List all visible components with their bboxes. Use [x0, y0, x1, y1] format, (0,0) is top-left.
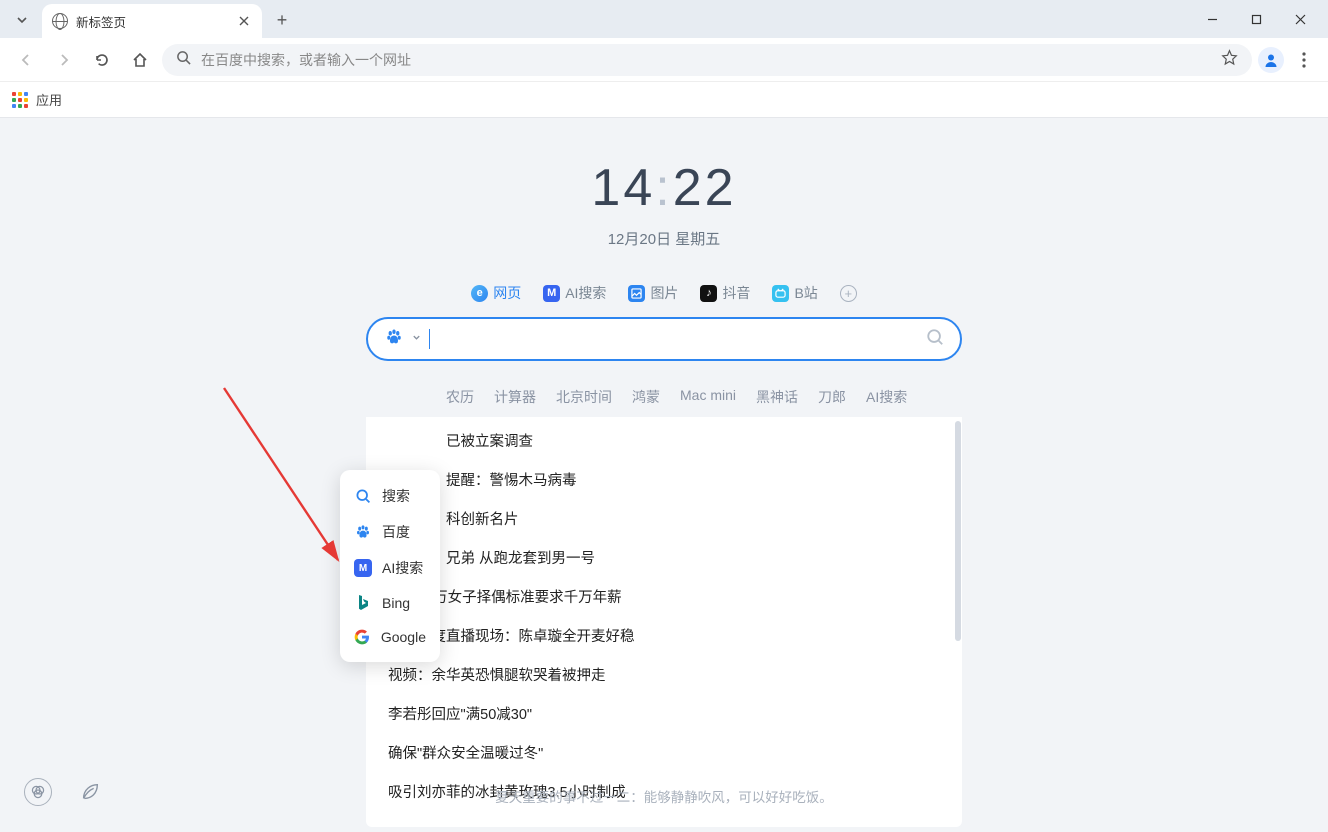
chip-item[interactable]: 黑神话: [756, 387, 798, 407]
apps-icon: [12, 92, 28, 108]
apps-label: 应用: [36, 90, 62, 109]
tab-list-dropdown[interactable]: [8, 6, 36, 34]
result-item[interactable]: 直击百度直播现场：陈卓璇全开麦好稳: [366, 616, 962, 655]
search-tab-douyin[interactable]: ♪ 抖音: [700, 283, 750, 303]
chip-item[interactable]: 农历: [446, 387, 474, 407]
result-item[interactable]: 李若彤回应"满50减30": [366, 694, 962, 733]
window-minimize-button[interactable]: [1190, 4, 1234, 34]
search-submit-icon[interactable]: [926, 328, 944, 351]
google-icon: [354, 628, 371, 646]
bing-icon: [354, 594, 372, 612]
result-item[interactable]: 确保"群众安全温暖过冬": [366, 733, 962, 772]
search-tab-ai[interactable]: M AI搜索: [543, 283, 606, 303]
profile-avatar[interactable]: [1258, 47, 1284, 73]
clock-widget: 14:22 12月20日 星期五: [0, 158, 1328, 249]
engine-item-google[interactable]: Google: [340, 620, 440, 654]
bookmarks-bar: 应用: [0, 82, 1328, 118]
ai-icon: M: [543, 285, 560, 302]
result-item[interactable]: 兄弟 从跑龙套到男一号: [366, 538, 962, 577]
trending-results-panel: 已被立案调查 提醒：警惕木马病毒 科创新名片 兄弟 从跑龙套到男一号 年薪50万…: [366, 417, 962, 827]
search-category-tabs: e 网页 M AI搜索 图片 ♪ 抖音 B站 +: [0, 283, 1328, 303]
overlap-circles-icon[interactable]: [24, 778, 52, 806]
omnibox-input[interactable]: [201, 52, 1211, 68]
browser-toolbar: [0, 38, 1328, 82]
baidu-paw-icon: [385, 328, 403, 351]
tab-close-button[interactable]: [236, 13, 252, 29]
globe-icon: [52, 13, 68, 29]
results-scrollbar[interactable]: [955, 421, 961, 641]
engine-item-bing[interactable]: Bing: [340, 586, 440, 620]
engine-item-ai[interactable]: M AI搜索: [340, 550, 440, 586]
search-tab-image[interactable]: 图片: [628, 283, 678, 303]
result-item[interactable]: 视频：余华英恐惧腿软哭着被押走: [366, 655, 962, 694]
result-item[interactable]: 已被立案调查: [366, 421, 962, 460]
apps-shortcut[interactable]: 应用: [12, 90, 62, 109]
leaf-icon[interactable]: [76, 778, 104, 806]
omnibox[interactable]: [162, 44, 1252, 76]
result-item[interactable]: 科创新名片: [366, 499, 962, 538]
douyin-icon: ♪: [700, 285, 717, 302]
chevron-down-icon[interactable]: [412, 333, 421, 345]
new-tab-button[interactable]: +: [268, 6, 296, 34]
reload-button[interactable]: [86, 44, 118, 76]
search-engine-selector[interactable]: [384, 329, 404, 349]
chip-item[interactable]: 北京时间: [556, 387, 612, 407]
result-item[interactable]: 提醒：警惕木马病毒: [366, 460, 962, 499]
engine-item-baidu[interactable]: 百度: [340, 514, 440, 550]
search-icon: [354, 487, 372, 505]
bookmark-star-icon[interactable]: [1221, 49, 1238, 71]
footer-quote: 夏天重要的事不过一二：能够静静吹风，可以好好吃饭。: [0, 786, 1328, 806]
search-tab-add[interactable]: +: [840, 283, 857, 303]
result-item[interactable]: 年薪50万女子择偶标准要求千万年薪: [366, 577, 962, 616]
search-icon: [176, 50, 191, 70]
chip-item[interactable]: 鸿蒙: [632, 387, 660, 407]
chip-item[interactable]: 刀郎: [818, 387, 846, 407]
chip-item[interactable]: 计算器: [494, 387, 536, 407]
ai-icon: M: [354, 559, 372, 577]
baidu-paw-icon: [354, 523, 372, 541]
window-close-button[interactable]: [1278, 4, 1322, 34]
text-cursor: [429, 329, 430, 349]
browser-titlebar: 新标签页 +: [0, 0, 1328, 38]
forward-button[interactable]: [48, 44, 80, 76]
back-button[interactable]: [10, 44, 42, 76]
tab-title: 新标签页: [76, 12, 236, 31]
chip-item[interactable]: Mac mini: [680, 387, 736, 407]
bilibili-icon: [772, 285, 789, 302]
home-button[interactable]: [124, 44, 156, 76]
main-search-box[interactable]: [366, 317, 962, 361]
browser-menu-button[interactable]: [1290, 52, 1318, 68]
bottom-shortcut-icons: [24, 778, 104, 806]
search-engine-menu: 搜索 百度 M AI搜索 Bing Google: [340, 470, 440, 662]
clock-date: 12月20日 星期五: [0, 228, 1328, 249]
image-icon: [628, 285, 645, 302]
new-tab-content: 14:22 12月20日 星期五 e 网页 M AI搜索 图片 ♪ 抖音 B站: [0, 118, 1328, 832]
search-shortcut-chips: 农历 计算器 北京时间 鸿蒙 Mac mini 黑神话 刀郎 AI搜索: [366, 381, 962, 417]
window-controls: [1190, 0, 1322, 38]
engine-item-search[interactable]: 搜索: [340, 478, 440, 514]
main-search-input[interactable]: [438, 331, 918, 348]
window-maximize-button[interactable]: [1234, 4, 1278, 34]
web-icon: e: [471, 285, 488, 302]
plus-icon: +: [840, 285, 857, 302]
browser-tab[interactable]: 新标签页: [42, 4, 262, 38]
search-tab-web[interactable]: e 网页: [471, 283, 521, 303]
clock-time: 14:22: [0, 158, 1328, 218]
chip-item[interactable]: AI搜索: [866, 387, 907, 407]
search-tab-bilibili[interactable]: B站: [772, 283, 817, 303]
